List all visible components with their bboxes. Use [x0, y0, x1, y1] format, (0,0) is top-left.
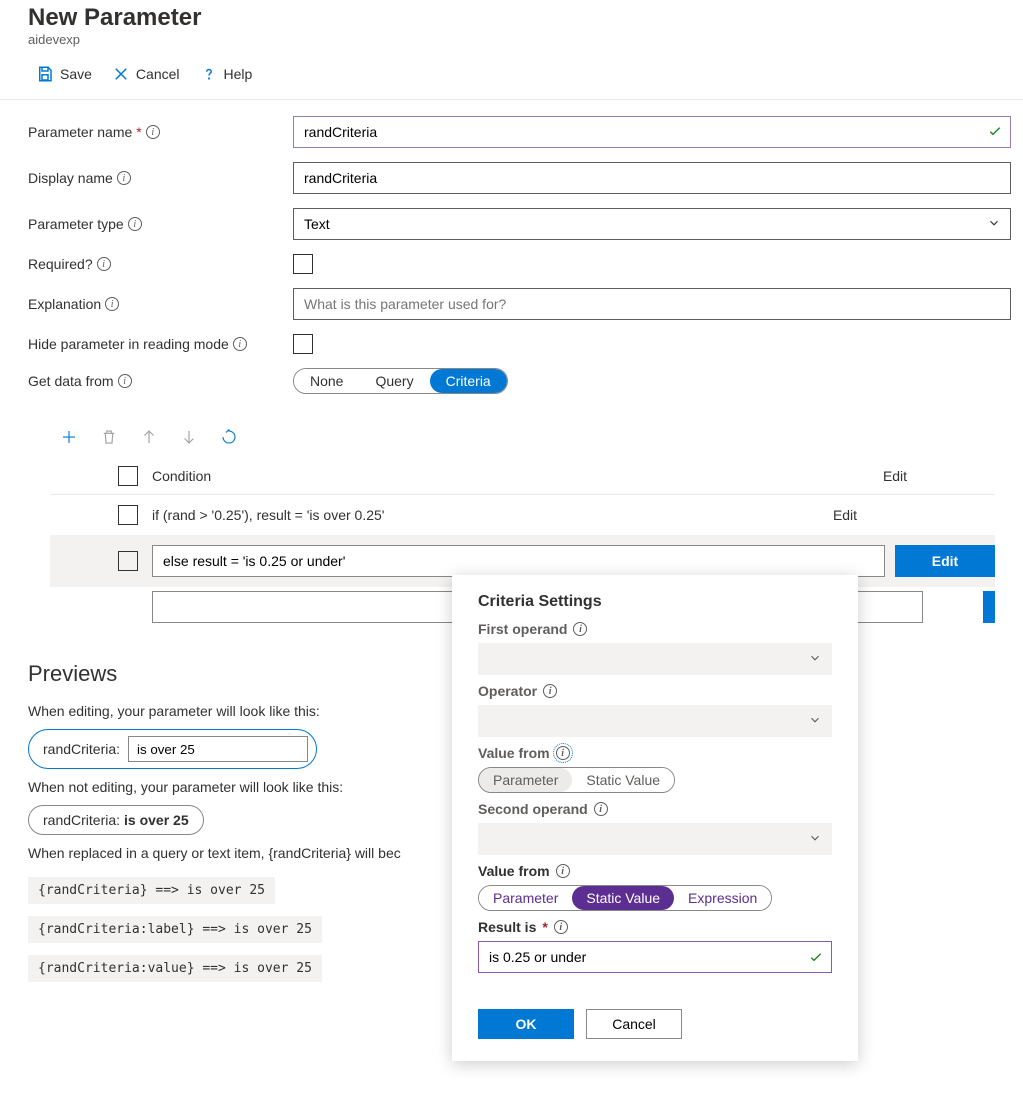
preview-not-editing-pill: randCriteria: is over 25 — [28, 805, 204, 835]
explanation-input[interactable] — [293, 288, 1011, 320]
hide-parameter-label: Hide parameter in reading mode i — [28, 336, 293, 352]
result-is-input[interactable] — [478, 941, 832, 973]
get-data-from-group: None Query Criteria — [293, 368, 508, 394]
value-from-label-2: Value from i — [478, 863, 832, 879]
chevron-down-icon — [808, 831, 822, 845]
get-data-query[interactable]: Query — [359, 369, 429, 393]
ok-button[interactable]: OK — [478, 1009, 574, 1039]
info-icon[interactable]: i — [128, 217, 142, 231]
hide-parameter-checkbox[interactable] — [293, 334, 313, 354]
preview-pill-value: is over 25 — [124, 812, 189, 828]
help-icon — [200, 65, 218, 83]
arrow-down-icon — [180, 428, 198, 446]
save-label: Save — [60, 66, 92, 82]
info-icon[interactable]: i — [556, 746, 570, 760]
page-subtitle: aidevexp — [28, 32, 1023, 47]
value-from-static-2[interactable]: Static Value — [572, 886, 674, 910]
value-from-parameter-2[interactable]: Parameter — [479, 886, 572, 910]
checkmark-icon — [808, 949, 824, 965]
delete-criteria-button[interactable] — [100, 428, 118, 446]
close-icon — [112, 65, 130, 83]
preview-pill-input[interactable] — [128, 736, 308, 762]
code-preview: {randCriteria:label} ==> is over 25 — [28, 916, 322, 943]
info-icon[interactable]: i — [233, 337, 247, 351]
checkmark-icon — [987, 123, 1003, 139]
value-from-static[interactable]: Static Value — [572, 768, 674, 792]
second-operand-label: Second operand i — [478, 801, 832, 817]
chevron-down-icon — [808, 713, 822, 727]
value-from-parameter[interactable]: Parameter — [479, 768, 572, 792]
page-title: New Parameter — [28, 4, 1023, 32]
save-icon — [36, 65, 54, 83]
info-icon[interactable]: i — [554, 920, 568, 934]
trash-icon — [100, 428, 118, 446]
edit-column-header: Edit — [795, 468, 995, 484]
code-preview: {randCriteria} ==> is over 25 — [28, 877, 275, 904]
explanation-label: Explanation i — [28, 296, 293, 312]
popup-cancel-button[interactable]: Cancel — [586, 1009, 682, 1039]
save-button[interactable]: Save — [28, 61, 100, 87]
criteria-row: if (rand > '0.25'), result = 'is over 0.… — [50, 495, 995, 535]
info-icon[interactable]: i — [97, 257, 111, 271]
add-criteria-button[interactable] — [60, 428, 78, 446]
parameter-type-label: Parameter type i — [28, 216, 293, 232]
info-icon[interactable]: i — [118, 374, 132, 388]
get-data-criteria[interactable]: Criteria — [430, 369, 507, 393]
help-button[interactable]: Help — [192, 61, 261, 87]
preview-pill-label: randCriteria: — [43, 812, 120, 828]
condition-text: if (rand > '0.25'), result = 'is over 0.… — [152, 507, 795, 523]
plus-icon — [60, 428, 78, 446]
edit-button[interactable]: Edit — [895, 545, 995, 577]
row-checkbox[interactable] — [118, 551, 138, 571]
preview-pill-label: randCriteria: — [43, 741, 120, 757]
value-from-label: Value from i — [478, 745, 832, 761]
preview-editing-pill: randCriteria: — [28, 729, 317, 769]
info-icon[interactable]: i — [573, 622, 587, 636]
display-name-label: Display name i — [28, 170, 293, 186]
info-icon[interactable]: i — [117, 171, 131, 185]
cancel-button[interactable]: Cancel — [104, 61, 188, 87]
info-icon[interactable]: i — [594, 802, 608, 816]
criteria-settings-popup: Criteria Settings First operand i Operat… — [452, 575, 858, 1061]
cancel-label: Cancel — [136, 66, 180, 82]
condition-input[interactable] — [152, 545, 885, 577]
info-icon[interactable]: i — [543, 684, 557, 698]
move-down-button[interactable] — [180, 428, 198, 446]
display-name-input[interactable] — [293, 162, 1011, 194]
operator-select[interactable] — [478, 705, 832, 737]
get-data-none[interactable]: None — [294, 369, 359, 393]
second-operand-select[interactable] — [478, 823, 832, 855]
edit-link[interactable]: Edit — [795, 507, 895, 523]
parameter-type-select[interactable] — [293, 208, 1011, 240]
first-operand-select[interactable] — [478, 643, 832, 675]
parameter-name-input[interactable] — [293, 116, 1011, 148]
popup-title: Criteria Settings — [478, 593, 832, 611]
info-icon[interactable]: i — [105, 297, 119, 311]
move-up-button[interactable] — [140, 428, 158, 446]
required-checkbox[interactable] — [293, 254, 313, 274]
info-icon[interactable]: i — [146, 125, 160, 139]
arrow-up-icon — [140, 428, 158, 446]
operator-label: Operator i — [478, 683, 832, 699]
first-operand-label: First operand i — [478, 621, 832, 637]
value-from-group-2: Parameter Static Value Expression — [478, 885, 772, 911]
select-all-checkbox[interactable] — [118, 466, 138, 486]
chevron-down-icon — [808, 651, 822, 665]
get-data-from-label: Get data from i — [28, 373, 293, 389]
row-checkbox[interactable] — [118, 505, 138, 525]
value-from-group-1: Parameter Static Value — [478, 767, 675, 793]
info-icon[interactable]: i — [556, 864, 570, 878]
refresh-button[interactable] — [220, 428, 238, 446]
parameter-name-label: Parameter name * i — [28, 124, 293, 140]
condition-column-header: Condition — [152, 468, 795, 484]
edit-button-partial[interactable] — [983, 591, 995, 623]
refresh-icon — [220, 428, 238, 446]
value-from-expression[interactable]: Expression — [674, 886, 771, 910]
result-is-label: Result is * i — [478, 919, 832, 935]
required-label: Required? i — [28, 256, 293, 272]
code-preview: {randCriteria:value} ==> is over 25 — [28, 955, 322, 982]
help-label: Help — [224, 66, 253, 82]
